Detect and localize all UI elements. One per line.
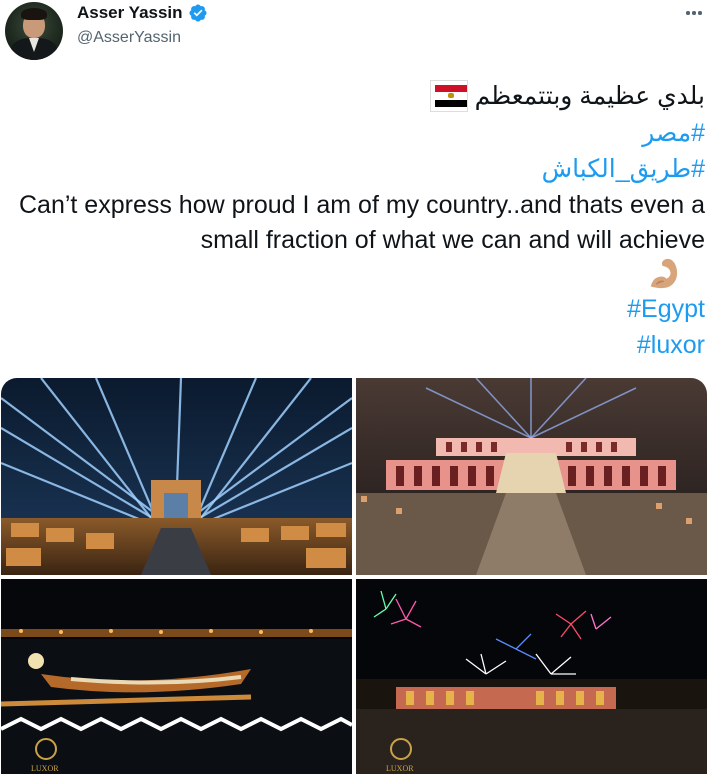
media-image-avenue-of-sphinxes[interactable] [1, 378, 352, 575]
hashtag-tariq-el-kebash[interactable]: #طريق_الكباش [542, 155, 705, 183]
flexed-biceps-icon [650, 258, 678, 289]
media-image-fireworks[interactable]: LUXOR [356, 579, 707, 774]
fireworks-image: LUXOR [356, 579, 707, 774]
boats-image: LUXOR [1, 579, 352, 774]
avenue-image [1, 378, 352, 575]
author-name-row[interactable]: Asser Yassin [77, 3, 208, 23]
verified-badge-icon [189, 4, 207, 22]
egypt-flag-icon [429, 80, 468, 112]
tweet-english-text: Can’t express how proud I am of my count… [19, 191, 705, 254]
author-handle[interactable]: @AsserYassin [77, 29, 181, 47]
media-image-nile-boats[interactable]: LUXOR [1, 579, 352, 774]
media-image-temple[interactable] [356, 378, 707, 575]
arabic-text: بلدي عظيمة وبتتمعظم [474, 82, 705, 110]
luxor-watermark-2: LUXOR [386, 764, 414, 773]
hashtag-kebash-line: #طريق_الكباش [542, 154, 705, 184]
luxor-watermark: LUXOR [31, 764, 59, 773]
more-options-icon[interactable] [683, 2, 705, 24]
tweet-arabic-line: بلدي عظيمة وبتتمعظم [429, 80, 705, 112]
avatar-hair [21, 8, 47, 20]
tweet[interactable]: Asser Yassin @AsserYassin بلدي عظيمة وبت… [0, 0, 727, 774]
hashtag-luxor[interactable]: #luxor [637, 330, 705, 360]
display-name[interactable]: Asser Yassin [77, 3, 183, 23]
temple-image [356, 378, 707, 575]
media-grid: LUXOR LUXOR [1, 378, 707, 774]
hashtag-egypt[interactable]: #Egypt [627, 294, 705, 324]
hashtag-misr[interactable]: #مصر [642, 119, 705, 147]
hashtag-misr-line: #مصر [642, 118, 705, 148]
avatar[interactable] [5, 2, 63, 60]
